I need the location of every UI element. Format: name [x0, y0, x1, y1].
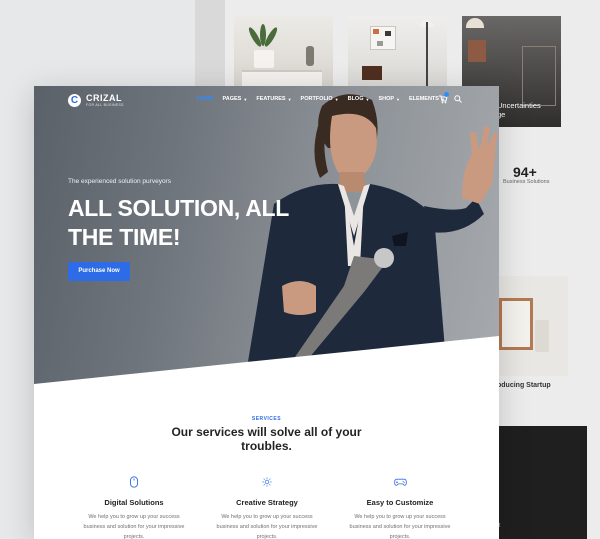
pendant-lamp-icon — [466, 18, 484, 28]
main-menu: HOME PAGES ▼ FEATURES ▼ PORTFOLIO ▼ BLOG ▼ S… — [197, 96, 454, 102]
cart-count-badge — [444, 92, 449, 97]
picture-frame — [499, 298, 533, 350]
service-title: Easy to Customize — [366, 498, 434, 507]
thumbnail-caption-intro: oducing Startup — [497, 382, 551, 389]
moodboard — [370, 26, 396, 50]
service-card-customize[interactable]: Easy to Customize We help you to grow up… — [345, 476, 455, 539]
mouse-icon — [130, 476, 138, 488]
service-card-strategy[interactable]: Creative Strategy We help you to grow up… — [212, 476, 322, 539]
stat-label: Business Solutions — [503, 179, 550, 185]
top-navigation: C CRIZAL FOR ALL BUSINESS HOME PAGES ▼ FE… — [34, 86, 499, 116]
service-description: We help you to grow up your success busi… — [83, 514, 185, 539]
thumbnail-moodboard-room[interactable] — [348, 16, 447, 86]
homepage-preview-card: C CRIZAL FOR ALL BUSINESS HOME PAGES ▼ FE… — [34, 86, 499, 539]
thumbnail-plant-room[interactable] — [234, 16, 333, 86]
hero-kicker: The experienced solution purveyors — [68, 178, 171, 185]
chevron-down-icon: ▼ — [365, 96, 370, 102]
chevron-down-icon: ▼ — [243, 96, 248, 102]
service-description: We help you to grow up your success busi… — [349, 514, 451, 539]
logo-icon[interactable]: C — [68, 94, 81, 107]
purchase-now-button[interactable]: Purchase Now — [68, 262, 130, 281]
lamp-pole — [426, 22, 428, 86]
menu-item-pages[interactable]: PAGES ▼ — [223, 96, 248, 102]
logo-tagline: FOR ALL BUSINESS — [86, 103, 124, 107]
menu-item-features[interactable]: FEATURES ▼ — [256, 96, 291, 102]
cabinet — [242, 70, 322, 86]
search-icon[interactable] — [454, 95, 462, 103]
menu-item-portfolio[interactable]: PORTFOLIO ▼ — [301, 96, 339, 102]
menu-item-shop[interactable]: SHOP ▼ — [378, 96, 400, 102]
services-kicker: SERVICES — [251, 416, 282, 422]
chevron-down-icon: ▼ — [334, 96, 339, 102]
thumbnail-frame-room[interactable] — [497, 276, 568, 376]
bulb-icon — [262, 477, 272, 487]
chevron-down-icon: ▼ — [396, 96, 401, 102]
menu-item-blog[interactable]: BLOG ▼ — [348, 96, 370, 102]
plant-pot — [254, 50, 274, 68]
chair — [362, 66, 382, 80]
stat-value: 94+ — [513, 164, 537, 180]
services-title: Our services will solve all of your trou… — [171, 425, 362, 453]
chevron-down-icon: ▼ — [287, 96, 292, 102]
logo-name[interactable]: CRIZAL — [86, 93, 122, 103]
service-description: We help you to grow up your success busi… — [216, 514, 318, 539]
vase — [306, 46, 314, 66]
service-title: Digital Solutions — [104, 498, 164, 507]
shelf — [522, 46, 556, 106]
hero-section: C CRIZAL FOR ALL BUSINESS HOME PAGES ▼ FE… — [34, 86, 499, 386]
wall-art — [468, 40, 486, 62]
menu-item-home[interactable]: HOME — [197, 96, 214, 102]
dark-panel — [497, 426, 587, 539]
vase — [535, 320, 549, 352]
service-title: Creative Strategy — [236, 498, 298, 507]
hero-title: ALL SOLUTION, ALL THE TIME! — [68, 195, 289, 250]
service-card-digital[interactable]: Digital Solutions We help you to grow up… — [79, 476, 189, 539]
gamepad-icon — [393, 478, 407, 486]
